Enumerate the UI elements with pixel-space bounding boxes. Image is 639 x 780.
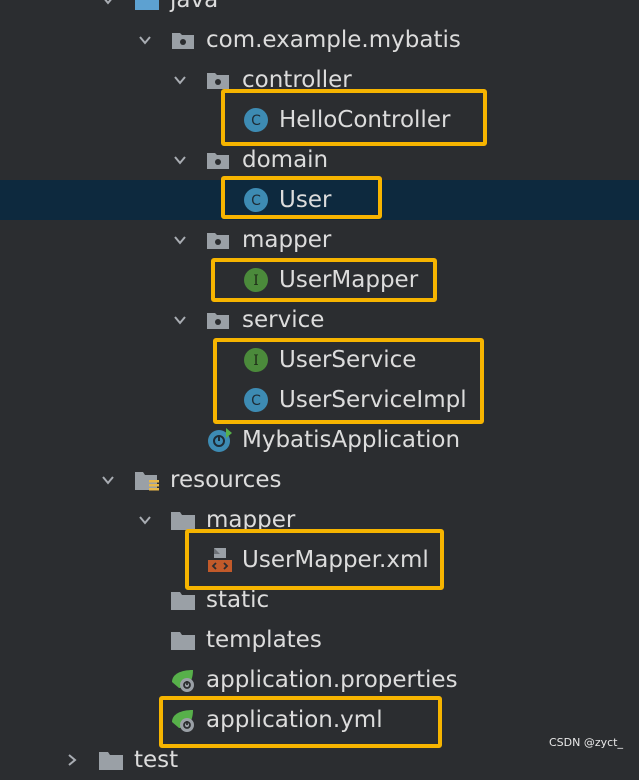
tree-label: resources [170, 467, 282, 493]
tree-label: test [134, 747, 179, 773]
class-icon: C [242, 186, 270, 214]
folder-icon [169, 626, 197, 654]
package-icon [204, 306, 232, 334]
tree-row-user-mapper-xml[interactable]: UserMapper.xml [0, 540, 639, 580]
svg-text:C: C [251, 193, 261, 209]
spring-config-icon [169, 666, 197, 694]
tree-row-user-service-impl[interactable]: C UserServiceImpl [0, 380, 639, 420]
package-icon [169, 26, 197, 54]
tree-label: UserMapper.xml [242, 547, 429, 573]
tree-label: application.properties [206, 667, 458, 693]
tree-label: service [242, 307, 325, 333]
tree-label: UserServiceImpl [279, 387, 467, 413]
tree-label: UserMapper [279, 267, 419, 293]
folder-icon [97, 746, 125, 774]
tree-row-test[interactable]: test [0, 740, 639, 780]
tree-label: mapper [242, 227, 332, 253]
watermark: CSDN @zyct_ [548, 736, 623, 749]
resources-folder-icon [133, 466, 161, 494]
tree-row-user-service[interactable]: I UserService [0, 340, 639, 380]
folder-icon [133, 0, 161, 14]
folder-icon [169, 586, 197, 614]
tree-row-user-mapper[interactable]: I UserMapper [0, 260, 639, 300]
chevron-down-icon[interactable] [100, 0, 116, 8]
chevron-right-icon[interactable] [64, 752, 80, 768]
tree-label: application.yml [206, 707, 383, 733]
tree-row-mybatis-application[interactable]: MybatisApplication [0, 420, 639, 460]
svg-text:I: I [253, 273, 259, 289]
tree-label: domain [242, 147, 329, 173]
project-tree: java com.example.mybatis controller C He… [0, 0, 639, 773]
tree-row-application-yml[interactable]: application.yml [0, 700, 639, 740]
tree-label: MybatisApplication [242, 427, 461, 453]
tree-row-user[interactable]: C User [0, 180, 639, 220]
chevron-down-icon[interactable] [172, 152, 188, 168]
tree-row-controller[interactable]: controller [0, 60, 639, 100]
chevron-down-icon[interactable] [172, 312, 188, 328]
interface-icon: I [242, 266, 270, 294]
tree-row-application-properties[interactable]: application.properties [0, 660, 639, 700]
spring-boot-app-icon [206, 426, 234, 454]
svg-text:C: C [251, 113, 261, 129]
interface-icon: I [242, 346, 270, 374]
tree-row-domain[interactable]: domain [0, 140, 639, 180]
tree-row-templates[interactable]: templates [0, 620, 639, 660]
tree-row-package[interactable]: com.example.mybatis [0, 20, 639, 60]
svg-text:I: I [253, 353, 259, 369]
chevron-down-icon[interactable] [172, 72, 188, 88]
tree-row-static[interactable]: static [0, 580, 639, 620]
class-icon: C [242, 106, 270, 134]
package-icon [204, 146, 232, 174]
tree-label: mapper [206, 507, 296, 533]
package-icon [204, 66, 232, 94]
tree-row-java[interactable]: java [0, 0, 639, 20]
svg-text:C: C [251, 393, 261, 409]
chevron-down-icon[interactable] [137, 32, 153, 48]
tree-label: User [279, 187, 332, 213]
tree-label: com.example.mybatis [206, 27, 461, 53]
tree-row-mapper[interactable]: mapper [0, 220, 639, 260]
tree-label: java [170, 0, 219, 13]
tree-row-service[interactable]: service [0, 300, 639, 340]
xml-file-icon [206, 546, 234, 574]
tree-row-hello-controller[interactable]: C HelloController [0, 100, 639, 140]
chevron-down-icon[interactable] [100, 472, 116, 488]
package-icon [204, 226, 232, 254]
chevron-down-icon[interactable] [172, 232, 188, 248]
folder-icon [169, 506, 197, 534]
class-icon: C [242, 386, 270, 414]
tree-label: controller [242, 67, 352, 93]
tree-row-resources[interactable]: resources [0, 460, 639, 500]
tree-label: templates [206, 627, 322, 653]
tree-label: HelloController [279, 107, 451, 133]
tree-label: static [206, 587, 270, 613]
spring-config-icon [169, 706, 197, 734]
tree-label: UserService [279, 347, 417, 373]
chevron-down-icon[interactable] [137, 512, 153, 528]
tree-row-resources-mapper[interactable]: mapper [0, 500, 639, 540]
